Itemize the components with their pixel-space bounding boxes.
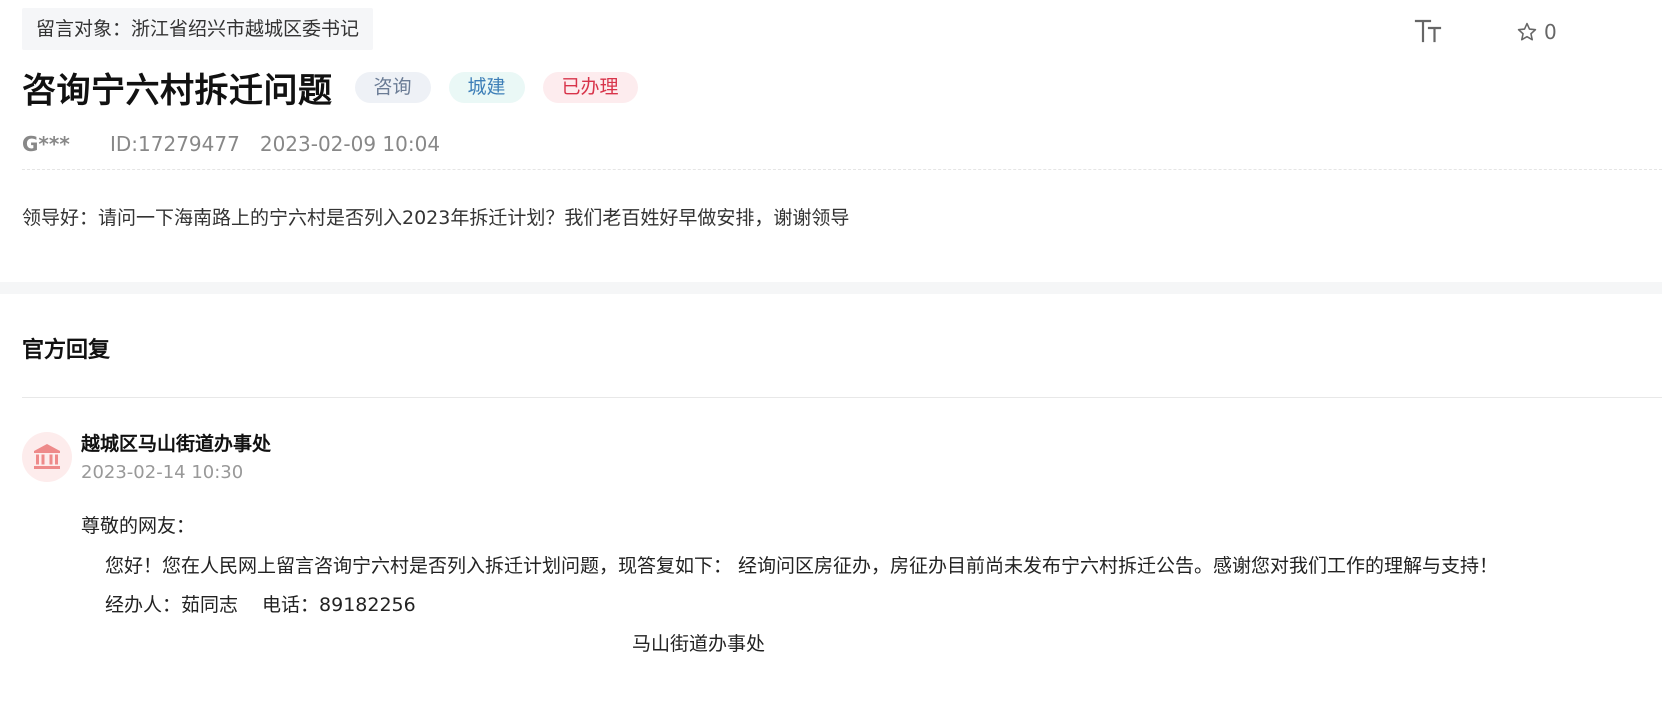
message-meta: G*** ID:17279477 2023-02-09 10:04 bbox=[22, 128, 440, 160]
tag-field: 城建 bbox=[448, 71, 525, 103]
reply-greeting: 尊敬的网友： bbox=[81, 515, 196, 537]
star-outline-icon bbox=[1517, 22, 1537, 41]
author-name: G*** bbox=[22, 132, 70, 156]
font-size-button[interactable] bbox=[1412, 14, 1444, 46]
reply-handler: 经办人：茹同志 bbox=[105, 594, 239, 616]
reply-main-text: 您好！您在人民网上留言咨询宁六村是否列入拆迁计划问题，现答复如下： 经询问区房征… bbox=[105, 555, 1499, 577]
message-title: 咨询宁六村拆迁问题 bbox=[22, 70, 333, 111]
reply-signature: 马山街道办事处 bbox=[632, 633, 766, 655]
tag-type: 咨询 bbox=[354, 71, 431, 103]
title-row: 咨询宁六村拆迁问题 咨询 城建 已办理 bbox=[22, 60, 638, 114]
message-body: 领导好：请问一下海南路上的宁六村是否列入2023年拆迁计划？我们老百姓好早做安排… bbox=[22, 207, 850, 229]
government-building-icon bbox=[34, 444, 60, 469]
divider bbox=[22, 397, 1662, 398]
divider bbox=[22, 169, 1662, 170]
reply-heading: 官方回复 bbox=[22, 338, 111, 363]
message-section: 留言对象：浙江省绍兴市越城区委书记 0 咨询宁六村拆迁问题 咨询 城建 已办理 … bbox=[0, 0, 1662, 293]
reply-org-name: 越城区马山街道办事处 bbox=[81, 433, 272, 455]
reply-datetime: 2023-02-14 10:30 bbox=[81, 462, 244, 483]
font-size-icon bbox=[1414, 19, 1442, 43]
favorite-button[interactable]: 0 bbox=[1516, 18, 1557, 46]
message-id: ID:17279477 bbox=[110, 132, 240, 156]
avatar bbox=[22, 432, 72, 482]
favorite-count: 0 bbox=[1544, 20, 1557, 44]
reply-phone: 电话：89182256 bbox=[262, 594, 416, 616]
section-separator bbox=[0, 282, 1662, 294]
recipient-label: 留言对象：浙江省绍兴市越城区委书记 bbox=[22, 8, 374, 50]
message-datetime: 2023-02-09 10:04 bbox=[259, 132, 441, 156]
reply-contact: 经办人：茹同志 电话：89182256 bbox=[105, 589, 416, 621]
status-badge: 已办理 bbox=[542, 71, 638, 103]
